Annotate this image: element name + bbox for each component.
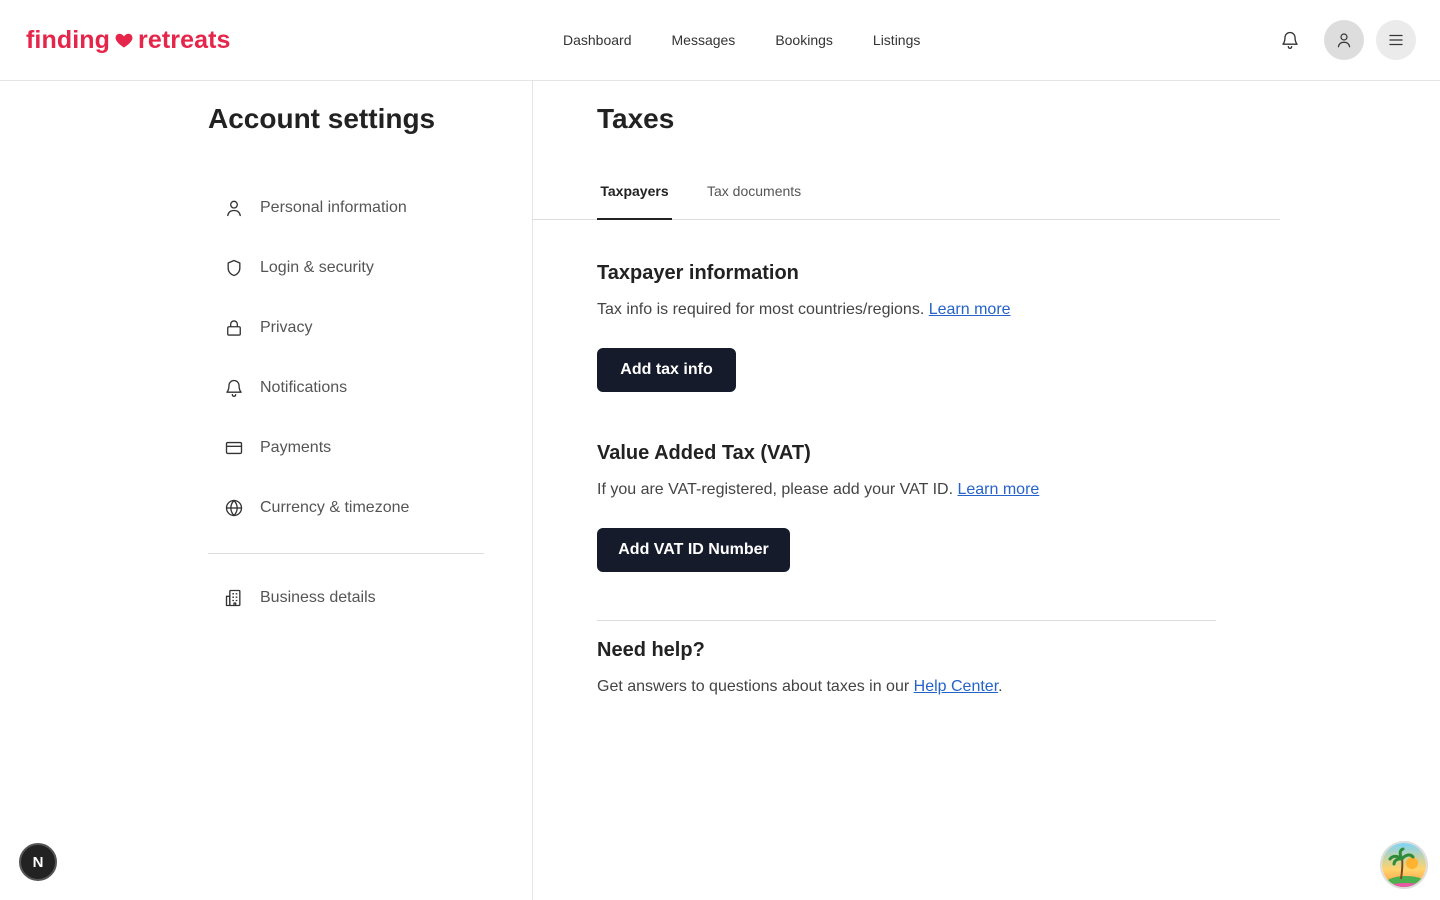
- add-vat-id-button[interactable]: Add VAT ID Number: [597, 528, 790, 572]
- taxpayer-heading: Taxpayer information: [597, 262, 799, 284]
- sidebar-item-currency-timezone[interactable]: Currency & timezone: [208, 478, 484, 538]
- credit-card-icon: [222, 436, 246, 460]
- taxpayer-text: Tax info is required for most countries/…: [597, 301, 925, 318]
- nav-bookings[interactable]: Bookings: [775, 30, 833, 50]
- building-icon: [222, 586, 246, 610]
- globe-icon: [222, 496, 246, 520]
- user-menu-button[interactable]: [1324, 20, 1364, 60]
- sidebar-item-login-security[interactable]: Login & security: [208, 238, 484, 298]
- menu-icon: [1389, 34, 1403, 46]
- hamburger-menu-button[interactable]: [1376, 20, 1416, 60]
- sidebar-item-payments[interactable]: Payments: [208, 418, 484, 478]
- sidebar-divider: [208, 553, 484, 554]
- vat-learn-more-link[interactable]: Learn more: [957, 481, 1039, 498]
- sidebar-title: Account settings: [208, 103, 436, 134]
- brand-logo[interactable]: finding retreats: [26, 24, 231, 56]
- taxpayer-description: Tax info is required for most countries/…: [597, 301, 1011, 319]
- sidebar-item-label: Payments: [260, 439, 332, 456]
- tax-tabs: Taxpayers Tax documents: [533, 171, 1280, 220]
- brand-name-part2: retreats: [138, 25, 231, 54]
- nav-listings[interactable]: Listings: [873, 30, 920, 50]
- help-center-link[interactable]: Help Center: [914, 678, 999, 695]
- settings-menu: Personal information Login & security Pr…: [208, 178, 484, 628]
- heart-icon: [115, 33, 133, 48]
- settings-sidebar: Account settings Personal information Lo…: [0, 81, 533, 900]
- tab-tax-documents[interactable]: Tax documents: [707, 171, 801, 220]
- help-text: Get answers to questions about taxes in …: [597, 678, 910, 695]
- page-title: Taxes: [597, 103, 675, 134]
- person-icon: [1337, 33, 1351, 48]
- brand-name-part1: finding: [26, 25, 111, 54]
- help-suffix: .: [998, 678, 1003, 695]
- vat-text: If you are VAT-registered, please add yo…: [597, 481, 954, 498]
- sidebar-item-label: Login & security: [260, 259, 374, 276]
- person-icon: [222, 196, 246, 220]
- taxpayer-learn-more-link[interactable]: Learn more: [929, 301, 1011, 318]
- section-divider: [597, 620, 1216, 621]
- sidebar-item-label: Personal information: [260, 199, 407, 216]
- nav-dashboard[interactable]: Dashboard: [563, 30, 632, 50]
- sidebar-item-notifications[interactable]: Notifications: [208, 358, 484, 418]
- sidebar-item-label: Privacy: [260, 319, 313, 336]
- palm-tree-icon: [1382, 843, 1426, 887]
- bell-icon: [1282, 31, 1298, 49]
- sidebar-item-personal-information[interactable]: Personal information: [208, 178, 484, 238]
- lock-icon: [222, 316, 246, 340]
- add-tax-info-button[interactable]: Add tax info: [597, 348, 736, 392]
- header-actions: [1270, 20, 1416, 60]
- palm-tree-avatar-icon[interactable]: [1380, 841, 1428, 889]
- sidebar-item-label: Currency & timezone: [260, 499, 410, 516]
- dev-tools-badge[interactable]: N: [19, 843, 57, 881]
- vat-description: If you are VAT-registered, please add yo…: [597, 481, 1039, 499]
- sidebar-item-business-details[interactable]: Business details: [208, 568, 484, 628]
- help-description: Get answers to questions about taxes in …: [597, 678, 1003, 696]
- shield-icon: [222, 256, 246, 280]
- top-header: finding retreats Dashboard Messages Book…: [0, 0, 1440, 81]
- vat-heading: Value Added Tax (VAT): [597, 442, 811, 464]
- main-nav: Dashboard Messages Bookings Listings: [563, 30, 960, 50]
- sidebar-item-label: Business details: [260, 589, 376, 606]
- tab-taxpayers[interactable]: Taxpayers: [597, 171, 672, 220]
- notifications-button[interactable]: [1270, 20, 1310, 60]
- nav-messages[interactable]: Messages: [672, 30, 736, 50]
- sidebar-item-label: Notifications: [260, 379, 348, 396]
- sidebar-item-privacy[interactable]: Privacy: [208, 298, 484, 358]
- help-heading: Need help?: [597, 639, 705, 661]
- bell-icon: [222, 376, 246, 400]
